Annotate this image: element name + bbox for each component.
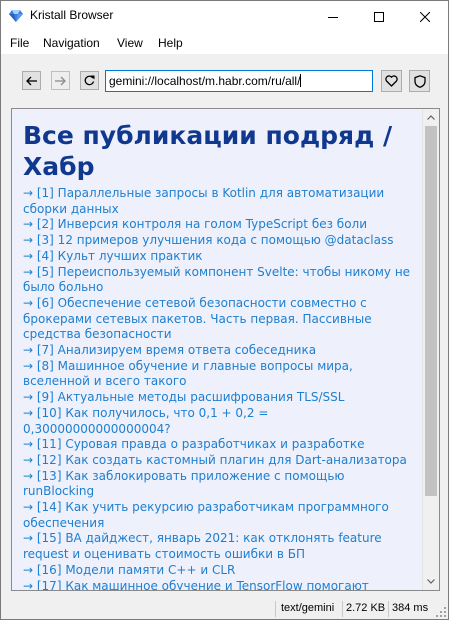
diamond-icon [9,10,23,22]
gemini-link[interactable]: → [10] Как получилось, что 0,1 + 0,2 = 0… [23,406,416,437]
shield-icon [413,74,426,88]
browser-window: Kristall Browser File Navigation View He… [0,0,449,620]
gemini-link[interactable]: → [2] Инверсия контроля на голом TypeScr… [23,217,416,233]
gemini-link[interactable]: → [17] Как машинное обучение и TensorFlo… [23,579,416,590]
status-divider [388,601,389,617]
menu-file[interactable]: File [10,36,29,50]
gemini-link[interactable]: → [12] Как создать кастомный плагин для … [23,453,416,469]
gemini-link[interactable]: → [13] Как заблокировать приложение с по… [23,469,416,500]
identity-button[interactable] [409,70,430,92]
gemini-link[interactable]: → [16] Модели памяти C++ и CLR [23,563,416,579]
menu-help[interactable]: Help [158,36,183,50]
arrow-left-icon [26,76,37,85]
gemini-link[interactable]: → [11] Суровая правда о разработчиках и … [23,437,416,453]
gemini-link[interactable]: → [5] Переиспользуемый компонент Svelte:… [23,265,416,296]
chevron-up-icon [427,115,435,120]
menu-bar: File Navigation View Help [1,32,448,54]
status-mime: text/gemini [281,602,335,614]
close-icon [420,11,430,22]
forward-button[interactable] [51,71,70,90]
gemini-link[interactable]: → [15] ВА дайджест, январь 2021: как отк… [23,531,416,562]
status-time: 384 ms [392,602,429,614]
maximize-button[interactable] [356,1,402,32]
gemini-link[interactable]: → [3] 12 примеров улучшения кода с помощ… [23,233,416,249]
gemini-link[interactable]: → [1] Параллельные запросы в Kotlin для … [23,186,416,217]
scrollbar-thumb[interactable] [425,126,437,496]
gemini-link[interactable]: → [14] Как учить рекурсию разработчикам … [23,500,416,531]
menu-view[interactable]: View [117,36,143,50]
favorite-button[interactable] [381,70,402,92]
minimize-icon [328,16,338,18]
scroll-up-button[interactable] [423,109,439,126]
maximize-icon [374,11,384,22]
scroll-down-button[interactable] [423,573,439,590]
gemini-link[interactable]: → [6] Обеспечение сетевой безопасности с… [23,296,416,343]
status-divider [275,601,276,617]
page-content: Все публикации подряд / Хабр → [1] Парал… [12,109,422,590]
status-size: 2.72 KB [346,602,386,614]
page-title: Все публикации подряд / Хабр [23,121,393,181]
status-divider [342,601,343,617]
gemini-link[interactable]: → [9] Актуальные методы расшифрования TL… [23,390,416,406]
back-button[interactable] [22,71,41,90]
close-button[interactable] [402,1,448,32]
link-list: → [1] Параллельные запросы в Kotlin для … [23,186,416,590]
gemini-link[interactable]: → [4] Культ лучших практик [23,249,416,265]
navigation-toolbar: gemini://localhost/m.habr.com/ru/all/ [1,54,448,102]
vertical-scrollbar[interactable] [422,109,439,590]
window-title: Kristall Browser [30,8,114,22]
menu-navigation[interactable]: Navigation [43,36,100,50]
reload-button[interactable] [80,71,99,90]
url-input[interactable]: gemini://localhost/m.habr.com/ru/all/ [105,70,373,92]
status-bar: text/gemini 2.72 KB 384 ms [1,599,448,619]
minimize-button[interactable] [310,1,356,32]
heart-icon [385,75,398,87]
gemini-link[interactable]: → [7] Анализируем время ответа собеседни… [23,343,416,359]
document-view[interactable]: Все публикации подряд / Хабр → [1] Парал… [11,108,440,591]
refresh-icon [84,75,95,86]
title-bar[interactable]: Kristall Browser [1,1,448,32]
arrow-right-icon [55,76,66,85]
url-text: gemini://localhost/m.habr.com/ru/all/ [109,74,301,88]
gemini-link[interactable]: → [8] Машинное обучение и главные вопрос… [23,359,416,390]
text-caret [300,74,302,87]
chevron-down-icon [427,579,435,584]
resize-grip-icon[interactable] [436,607,446,617]
